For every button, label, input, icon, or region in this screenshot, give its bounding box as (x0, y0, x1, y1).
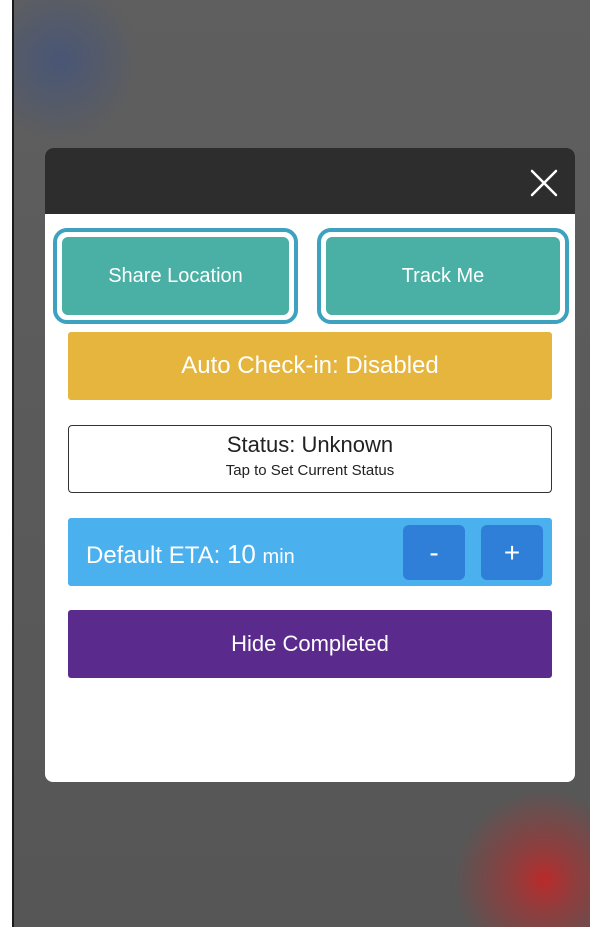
close-icon[interactable] (527, 166, 561, 200)
eta-increase-button[interactable]: + (481, 525, 543, 580)
app-screen-backdrop: Share Location Track Me Auto Check-in: D… (14, 0, 590, 927)
track-me-button[interactable]: Track Me (326, 237, 560, 315)
share-location-highlight: Share Location (53, 228, 298, 324)
modal-header (45, 148, 575, 214)
location-actions-row: Share Location Track Me (53, 228, 569, 324)
default-eta-label: Default ETA: 10 min (86, 539, 295, 570)
track-me-highlight: Track Me (317, 228, 569, 324)
eta-decrease-button[interactable]: - (403, 525, 465, 580)
status-button[interactable]: Status: Unknown Tap to Set Current Statu… (68, 425, 552, 493)
eta-value: 10 (226, 539, 256, 569)
auto-checkin-button[interactable]: Auto Check-in: Disabled (68, 332, 552, 400)
status-title: Status: Unknown (226, 432, 394, 457)
eta-unit: min (262, 546, 295, 568)
screenshot-border (0, 0, 14, 927)
hide-completed-button[interactable]: Hide Completed (68, 610, 552, 678)
options-modal: Share Location Track Me Auto Check-in: D… (45, 148, 575, 782)
default-eta-bar: Default ETA: 10 min - + (68, 518, 552, 586)
share-location-button[interactable]: Share Location (62, 237, 289, 315)
status-subtitle: Tap to Set Current Status (225, 462, 395, 479)
eta-label-text: Default ETA: (86, 542, 221, 569)
